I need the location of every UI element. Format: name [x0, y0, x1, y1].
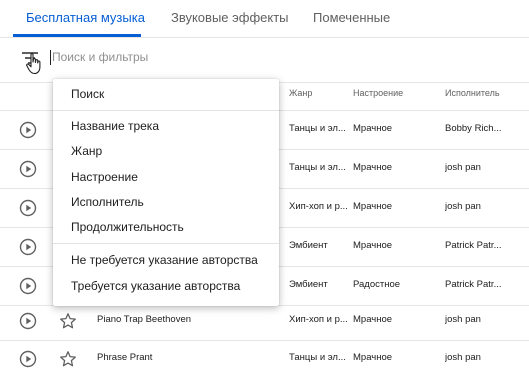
table-row[interactable]: Piano Trap Beethoven Хип-хоп и р... Мрач… — [0, 302, 529, 341]
text-caret — [50, 50, 51, 65]
menu-item-genre[interactable]: Жанр — [71, 144, 102, 158]
tab-free-music[interactable]: Бесплатная музыка — [26, 10, 145, 25]
menu-item-attribution-required[interactable]: Требуется указание авторства — [71, 279, 240, 293]
track-mood: Мрачное — [353, 201, 393, 212]
menu-item-search[interactable]: Поиск — [71, 87, 104, 101]
track-artist[interactable]: josh pan — [445, 314, 523, 325]
menu-item-mood[interactable]: Настроение — [71, 170, 138, 184]
menu-divider — [53, 243, 279, 244]
track-artist[interactable]: josh pan — [445, 352, 523, 363]
play-icon[interactable] — [19, 121, 37, 139]
header-mood[interactable]: Настроение — [353, 88, 403, 98]
track-genre: Танцы и эл... — [289, 123, 346, 134]
track-mood: Мрачное — [353, 314, 393, 325]
track-title[interactable]: Piano Trap Beethoven — [97, 314, 277, 325]
tab-bar: Бесплатная музыка Звуковые эффекты Помеч… — [0, 0, 529, 38]
play-icon[interactable] — [19, 350, 37, 368]
star-icon[interactable] — [59, 312, 77, 330]
track-genre: Танцы и эл... — [289, 352, 346, 363]
play-icon[interactable] — [19, 199, 37, 217]
track-genre: Хип-хоп и р... — [289, 314, 348, 325]
track-mood: Мрачное — [353, 240, 393, 251]
filter-menu: Поиск Название трека Жанр Настроение Исп… — [53, 79, 279, 306]
track-artist[interactable]: Patrick Patr... — [445, 279, 523, 290]
track-genre: Хип-хоп и р... — [289, 201, 348, 212]
hand-cursor-icon — [26, 53, 41, 75]
menu-item-track-title[interactable]: Название трека — [71, 119, 159, 133]
track-artist[interactable]: josh pan — [445, 162, 523, 173]
active-tab-indicator — [13, 34, 141, 37]
track-mood: Мрачное — [353, 123, 393, 134]
track-artist[interactable]: Bobby Rich... — [445, 123, 523, 134]
track-genre: Эмбиент — [289, 240, 328, 251]
menu-divider — [53, 110, 279, 111]
play-icon[interactable] — [19, 277, 37, 295]
track-genre: Эмбиент — [289, 279, 328, 290]
menu-item-no-attribution[interactable]: Не требуется указание авторства — [71, 253, 258, 267]
search-input[interactable] — [52, 47, 492, 67]
filter-bar — [0, 38, 529, 83]
track-artist[interactable]: Patrick Patr... — [445, 240, 523, 251]
menu-item-duration[interactable]: Продолжительность — [71, 220, 184, 234]
track-mood: Радостное — [353, 279, 401, 290]
table-row[interactable]: Phrase Prant Танцы и эл... Мрачное josh … — [0, 340, 529, 378]
track-artist[interactable]: josh pan — [445, 201, 523, 212]
tab-starred[interactable]: Помеченные — [313, 10, 390, 25]
track-mood: Мрачное — [353, 352, 393, 363]
play-icon[interactable] — [19, 238, 37, 256]
play-icon[interactable] — [19, 160, 37, 178]
header-genre[interactable]: Жанр — [289, 88, 312, 98]
track-genre: Танцы и эл... — [289, 162, 346, 173]
play-icon[interactable] — [19, 312, 37, 330]
header-artist[interactable]: Исполнитель — [445, 88, 500, 98]
track-title[interactable]: Phrase Prant — [97, 352, 277, 363]
star-icon[interactable] — [59, 350, 77, 368]
menu-item-artist[interactable]: Исполнитель — [71, 195, 144, 209]
track-mood: Мрачное — [353, 162, 393, 173]
tab-sound-effects[interactable]: Звуковые эффекты — [171, 10, 289, 25]
